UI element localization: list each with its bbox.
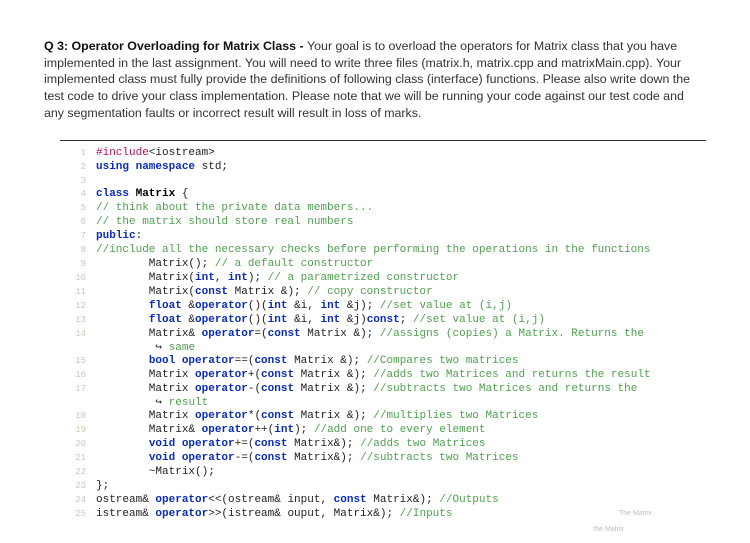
code-line: 5 // think about the private data members… (60, 202, 706, 216)
code-line: 9 Matrix(); // a default constructor (60, 258, 706, 272)
line-number: 23 (60, 480, 86, 494)
line-number: 20 (60, 438, 86, 452)
code-content: #include<iostream> (96, 147, 215, 160)
code-line: 17 Matrix operator-(const Matrix &); //s… (60, 383, 706, 397)
code-content: }; (96, 480, 109, 493)
question-lead: Q 3: Operator Overloading for Matrix Cla… (44, 39, 307, 53)
code-line: 20 void operator+=(const Matrix&); //add… (60, 438, 706, 452)
code-block: 1 #include<iostream> 2 using namespace std;… (60, 140, 706, 522)
code-content: Matrix(); // a default constructor (96, 258, 373, 271)
line-number: 25 (60, 508, 86, 522)
code-content: float &operator()(int &i, int &j); //set… (96, 300, 512, 313)
code-content: Matrix operator+(const Matrix &); //adds… (96, 369, 651, 382)
code-line: ↪ result (60, 397, 706, 410)
line-number: 6 (60, 216, 86, 230)
code-line: 13 float &operator()(int &i, int &j)cons… (60, 314, 706, 328)
code-content: public: (96, 230, 142, 243)
code-content: bool operator==(const Matrix &); //Compa… (96, 355, 519, 368)
line-number: 17 (60, 383, 86, 397)
code-content: ↪ result (96, 397, 208, 410)
line-number: 1 (60, 147, 86, 161)
line-number: 22 (60, 466, 86, 480)
line-number: 11 (60, 286, 86, 300)
line-number: 19 (60, 424, 86, 438)
code-line: 7 public: (60, 230, 706, 244)
line-number: 7 (60, 230, 86, 244)
line-number: 3 (60, 175, 86, 189)
watermark-1: The Matrix (619, 510, 652, 517)
question-text: Q 3: Operator Overloading for Matrix Cla… (44, 38, 706, 122)
document-page: Q 3: Operator Overloading for Matrix Cla… (0, 0, 750, 530)
line-number: 10 (60, 272, 86, 286)
line-number: 8 (60, 244, 86, 258)
code-line: 3 (60, 175, 706, 189)
code-line: 14 Matrix& operator=(const Matrix &); //… (60, 328, 706, 342)
code-content: //include all the necessary checks befor… (96, 244, 651, 257)
code-line: 19 Matrix& operator++(int); //add one to… (60, 424, 706, 438)
line-number: 13 (60, 314, 86, 328)
code-content: Matrix(const Matrix &); // copy construc… (96, 286, 433, 299)
code-line: 4 class Matrix { (60, 188, 706, 202)
line-number: 24 (60, 494, 86, 508)
code-line: 24 ostream& operator<<(ostream& input, co… (60, 494, 706, 508)
line-number: 2 (60, 161, 86, 175)
code-line: 6 // the matrix should store real numbers (60, 216, 706, 230)
line-number: 15 (60, 355, 86, 369)
line-number: 12 (60, 300, 86, 314)
line-number: 21 (60, 452, 86, 466)
code-line: 25 istream& operator>>(istream& ouput, Ma… (60, 508, 706, 522)
code-content: Matrix& operator=(const Matrix &); //ass… (96, 328, 644, 341)
line-number: 14 (60, 328, 86, 342)
code-content: using namespace std; (96, 161, 228, 174)
code-content: ~Matrix(); (96, 466, 215, 479)
line-number: 18 (60, 410, 86, 424)
code-line: 8 //include all the necessary checks befo… (60, 244, 706, 258)
code-line: 23}; (60, 480, 706, 494)
code-line: 2 using namespace std; (60, 161, 706, 175)
code-line: 21 void operator-=(const Matrix&); //sub… (60, 452, 706, 466)
line-number: 4 (60, 188, 86, 202)
code-content: istream& operator>>(istream& ouput, Matr… (96, 508, 452, 521)
code-content: void operator+=(const Matrix&); //adds t… (96, 438, 486, 451)
code-content: ↪ same (96, 342, 195, 355)
code-line: 15 bool operator==(const Matrix &); //Co… (60, 355, 706, 369)
code-content: ostream& operator<<(ostream& input, cons… (96, 494, 499, 507)
watermark-2: the Matrix (593, 526, 624, 533)
code-content: // the matrix should store real numbers (96, 216, 353, 229)
code-content: Matrix operator*(const Matrix &); //mult… (96, 410, 538, 423)
code-line: 10 Matrix(int, int); // a parametrized c… (60, 272, 706, 286)
code-line: 18 Matrix operator*(const Matrix &); //m… (60, 410, 706, 424)
code-line: 11 Matrix(const Matrix &); // copy const… (60, 286, 706, 300)
code-line: ↪ same (60, 342, 706, 355)
line-number: 5 (60, 202, 86, 216)
code-line: 1 #include<iostream> (60, 147, 706, 161)
code-content: Matrix& operator++(int); //add one to ev… (96, 424, 486, 437)
code-content: class Matrix { (96, 188, 188, 201)
code-content: float &operator()(int &i, int &j)const; … (96, 314, 545, 327)
code-line: 22 ~Matrix(); (60, 466, 706, 480)
code-content: Matrix(int, int); // a parametrized cons… (96, 272, 459, 285)
line-number: 16 (60, 369, 86, 383)
code-content: void operator-=(const Matrix&); //subtra… (96, 452, 519, 465)
line-number: 9 (60, 258, 86, 272)
code-line: 16 Matrix operator+(const Matrix &); //a… (60, 369, 706, 383)
code-content: Matrix operator-(const Matrix &); //subt… (96, 383, 637, 396)
code-content: // think about the private data members.… (96, 202, 373, 215)
code-line: 12 float &operator()(int &i, int &j); //… (60, 300, 706, 314)
